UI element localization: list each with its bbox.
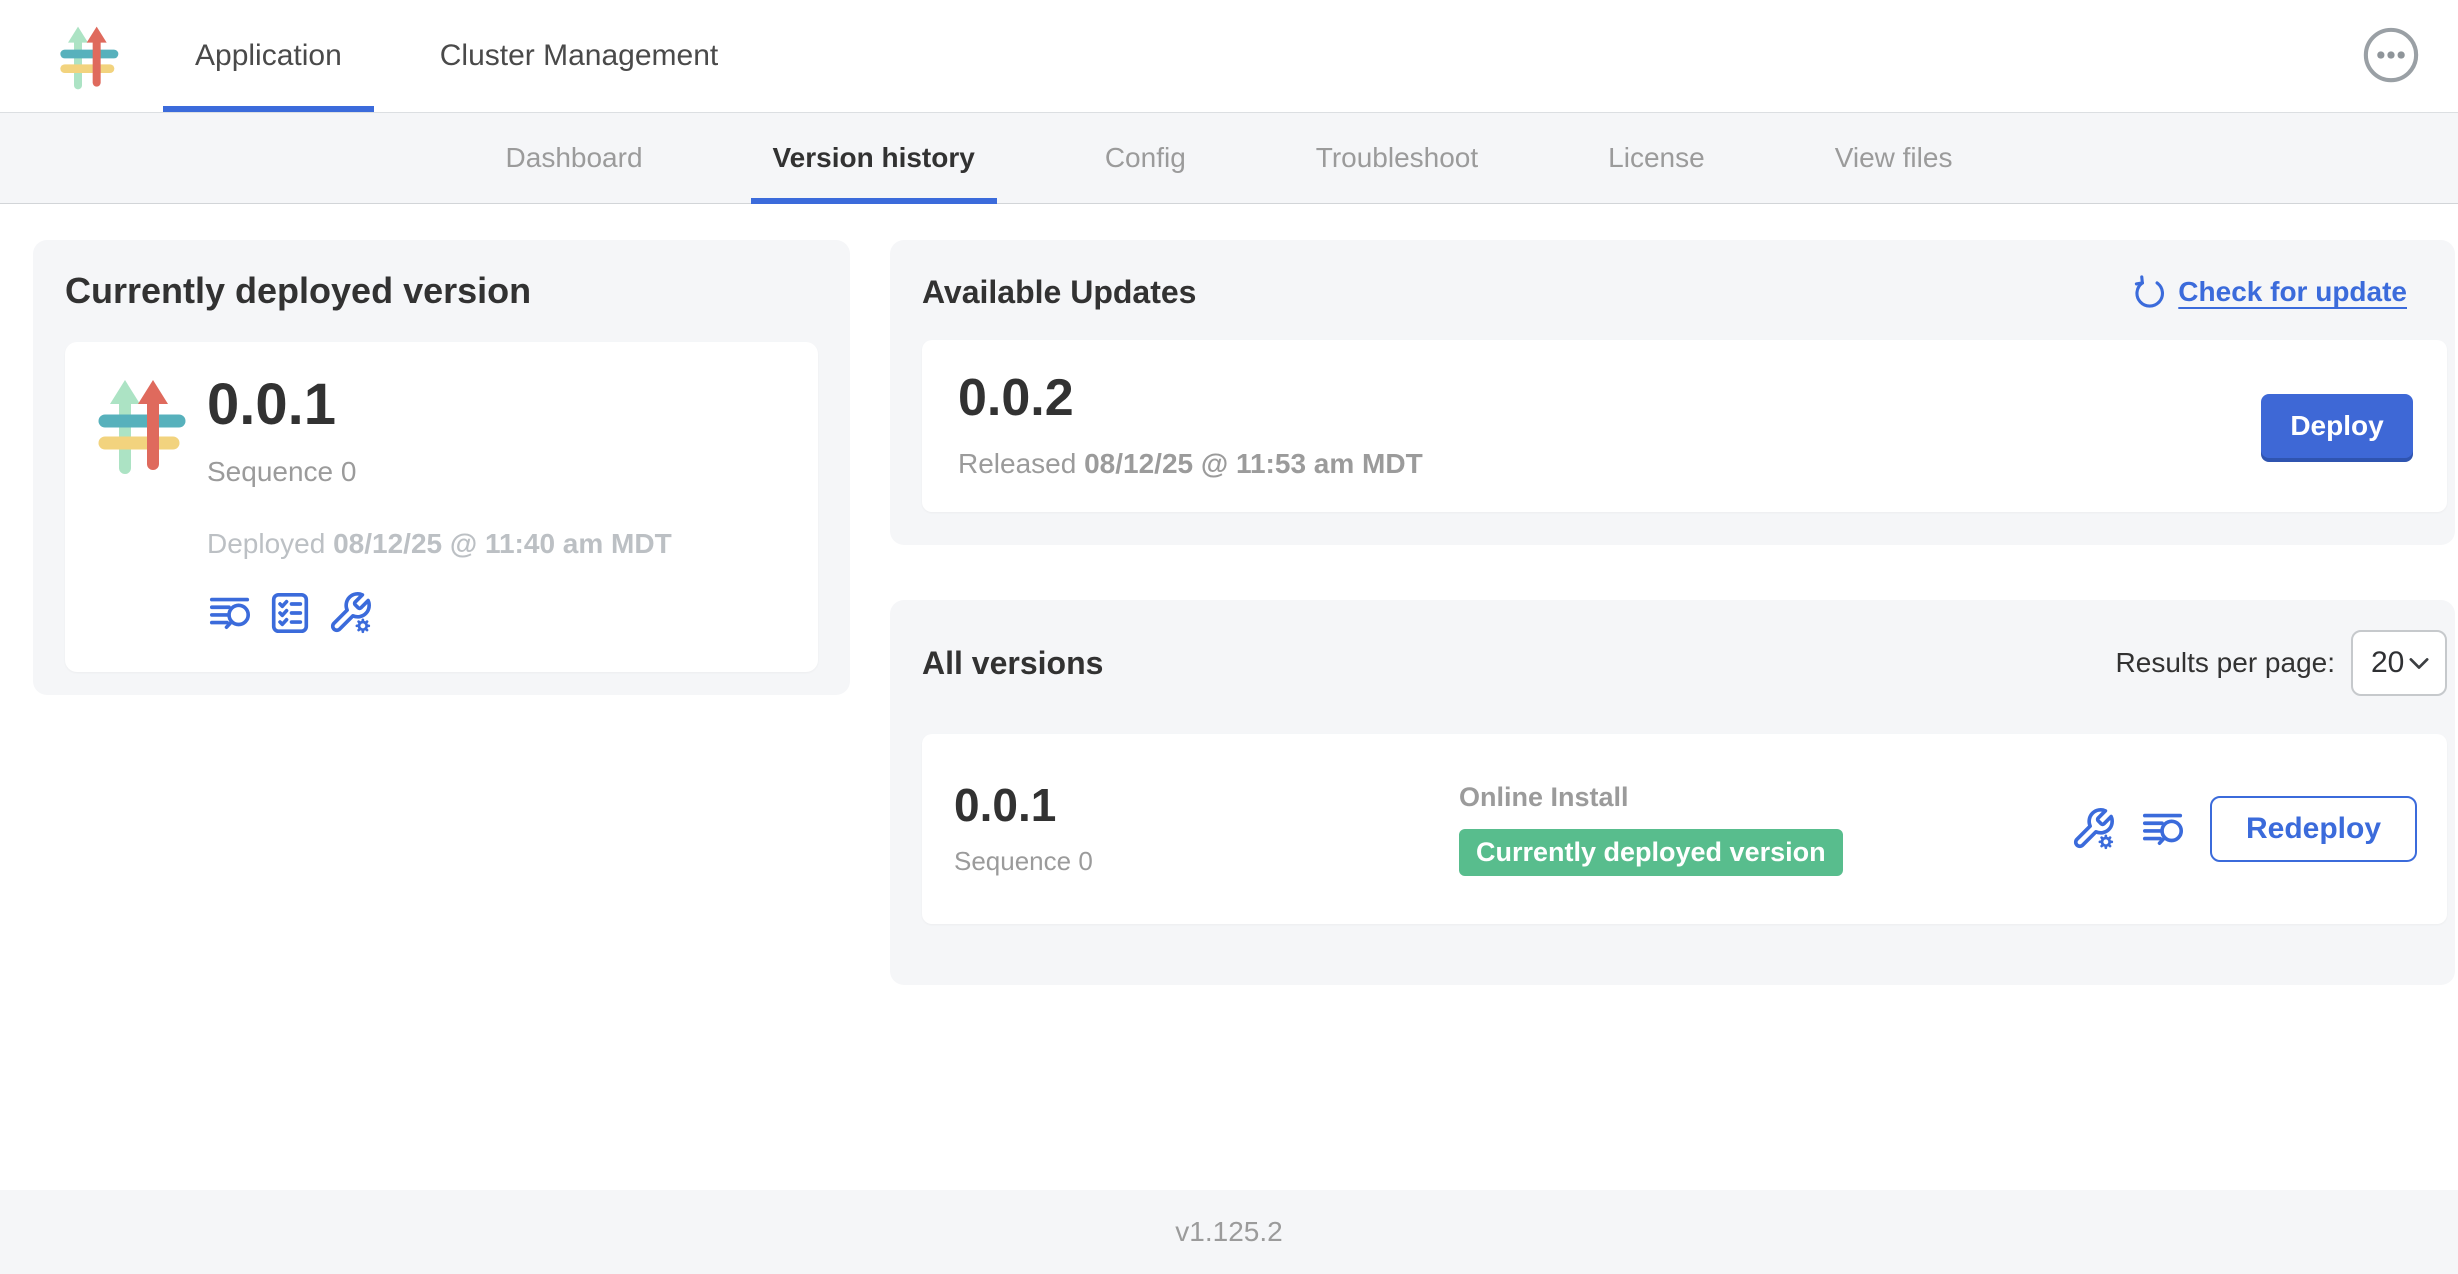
deployed-version-number: 0.0.1 [207, 376, 672, 434]
version-row-number: 0.0.1 [954, 782, 1459, 828]
version-row: 0.0.1 Sequence 0 Online Install Currentl… [922, 734, 2447, 924]
install-type-label: Online Install [1459, 782, 2070, 813]
results-per-page: Results per page: 20 [2116, 630, 2447, 696]
ellipsis-icon [2362, 26, 2420, 84]
results-per-page-label: Results per page: [2116, 647, 2335, 679]
view-logs-icon[interactable] [2140, 806, 2186, 852]
currently-deployed-badge: Currently deployed version [1459, 829, 1843, 876]
redeploy-button[interactable]: Redeploy [2210, 796, 2417, 862]
version-row-actions: Redeploy [2070, 796, 2417, 862]
subnav-item-config[interactable]: Config [1101, 113, 1190, 203]
currently-deployed-card: Currently deployed version 0.0.1 Sequenc… [33, 240, 850, 695]
tab-application[interactable]: Application [163, 0, 374, 112]
check-for-update-label: Check for update [2178, 276, 2407, 308]
deployed-version-info: 0.0.1 Sequence 0 Deployed 08/12/25 @ 11:… [207, 370, 672, 644]
available-update-row: 0.0.2 Released 08/12/25 @ 11:53 am MDT D… [922, 340, 2447, 512]
update-released-timestamp: Released 08/12/25 @ 11:53 am MDT [958, 448, 1423, 480]
deployed-sequence: Sequence 0 [207, 456, 672, 488]
deployed-version-panel: 0.0.1 Sequence 0 Deployed 08/12/25 @ 11:… [65, 342, 818, 672]
app-logo-icon [95, 372, 191, 476]
subnav-item-license[interactable]: License [1604, 113, 1709, 203]
app-footer: v1.125.2 [0, 1190, 2458, 1274]
edit-config-icon[interactable] [327, 590, 373, 636]
results-per-page-value: 20 [2371, 646, 2404, 680]
all-versions-card: All versions Results per page: 20 0.0.1 … [890, 600, 2455, 985]
subnav-item-view-files[interactable]: View files [1831, 113, 1957, 203]
check-for-update-link[interactable]: Check for update [2132, 275, 2407, 309]
tab-cluster-management[interactable]: Cluster Management [408, 0, 750, 112]
chevron-down-icon [2409, 657, 2429, 670]
app-logo-icon [58, 22, 122, 90]
tab-application-label: Application [195, 39, 342, 73]
version-row-info: 0.0.1 Sequence 0 [954, 782, 1459, 877]
available-updates-title: Available Updates [922, 274, 1196, 311]
preflight-checks-icon[interactable] [267, 590, 313, 636]
deploy-button[interactable]: Deploy [2261, 394, 2413, 458]
version-row-sequence: Sequence 0 [954, 846, 1459, 877]
update-version-info: 0.0.2 Released 08/12/25 @ 11:53 am MDT [958, 372, 1423, 480]
available-updates-card: Available Updates Check for update 0.0.2… [890, 240, 2455, 545]
overflow-menu-button[interactable] [2362, 26, 2420, 84]
edit-config-icon[interactable] [2070, 806, 2116, 852]
deployed-timestamp: Deployed 08/12/25 @ 11:40 am MDT [207, 528, 672, 560]
deployed-version-actions [207, 590, 672, 636]
all-versions-title: All versions [922, 645, 1103, 682]
refresh-icon [2132, 275, 2166, 309]
results-per-page-select[interactable]: 20 [2351, 630, 2447, 696]
currently-deployed-title: Currently deployed version [65, 270, 818, 312]
kots-admin-console: Application Cluster Management Dashboard… [0, 0, 2458, 1274]
version-row-status: Online Install Currently deployed versio… [1459, 782, 2070, 876]
view-logs-icon[interactable] [207, 590, 253, 636]
update-version-number: 0.0.2 [958, 372, 1423, 424]
tab-cluster-management-label: Cluster Management [440, 39, 718, 73]
subnav-item-version-history[interactable]: Version history [769, 113, 979, 203]
app-header: Application Cluster Management [0, 0, 2458, 113]
header-tabs: Application Cluster Management [163, 0, 750, 112]
app-subnav: Dashboard Version history Config Trouble… [0, 113, 2458, 204]
subnav-item-dashboard[interactable]: Dashboard [502, 113, 647, 203]
console-version-label: v1.125.2 [1175, 1216, 1282, 1248]
subnav-item-troubleshoot[interactable]: Troubleshoot [1312, 113, 1482, 203]
